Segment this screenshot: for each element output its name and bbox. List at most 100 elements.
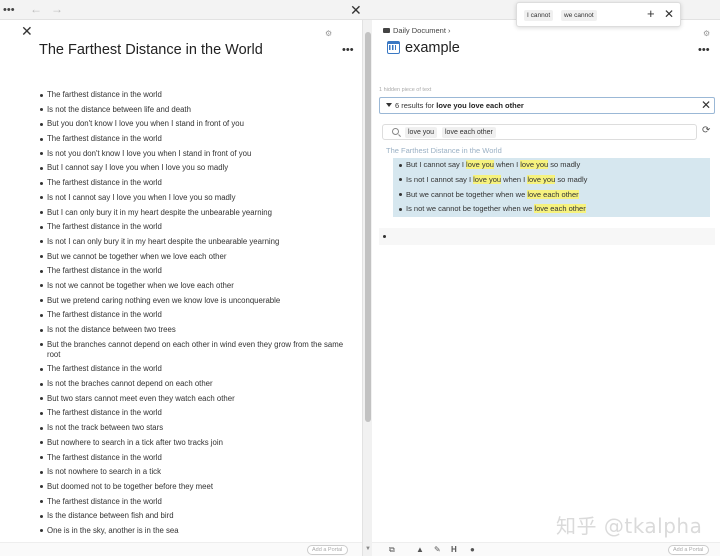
bullet-icon[interactable]: ● (470, 545, 475, 555)
results-summary: 6 results for love you love each other (395, 101, 524, 110)
breadcrumb-separator: › (448, 26, 451, 35)
page-title: example (405, 40, 460, 56)
bullet (383, 235, 386, 238)
search-input[interactable]: love you love each other (382, 124, 697, 140)
result-group: But I cannot say I love you when I love … (393, 158, 710, 217)
page-title: The Farthest Distance in the World (39, 42, 263, 58)
outline-item[interactable]: The farthest distance in the world (40, 134, 358, 144)
outline-item[interactable]: Is not you don't know I love you when I … (40, 149, 358, 159)
scroll-down-arrow-icon[interactable]: ▼ (365, 546, 371, 552)
close-results-icon[interactable]: ✕ (701, 98, 711, 112)
pen-icon[interactable]: ✎ (434, 545, 441, 555)
result-list: But I cannot say I love you when I love … (399, 160, 587, 219)
outline-item[interactable]: Is not nowhere to search in a tick (40, 467, 358, 477)
outline-item[interactable]: Is not the distance between life and dea… (40, 105, 358, 115)
find-term-tag[interactable]: we cannot (561, 10, 597, 21)
search-highlight: love you (473, 174, 502, 184)
outline-item[interactable]: But we pretend caring nothing even we kn… (40, 296, 358, 306)
calendar-icon (387, 41, 400, 54)
text-color-icon[interactable]: ▲ (416, 545, 424, 555)
find-term-tag[interactable]: I cannot (524, 10, 554, 21)
result-item[interactable]: But I cannot say I love you when I love … (399, 160, 587, 170)
heading-icon[interactable]: H (451, 545, 457, 555)
search-highlight: love each other (527, 189, 579, 199)
search-highlight: love you (520, 160, 549, 169)
outline-item[interactable]: The farthest distance in the world (40, 178, 358, 188)
outline-item[interactable]: Is not the track between two stars (40, 423, 358, 433)
search-highlight: love you (527, 174, 556, 184)
outline-item[interactable]: Is the distance between fish and bird (40, 511, 358, 521)
outline-item[interactable]: Is not I can only bury it in my heart de… (40, 237, 358, 247)
result-text: so madly (555, 174, 588, 184)
result-text: when I (493, 160, 521, 169)
outline-item[interactable]: The farthest distance in the world (40, 266, 358, 276)
right-document-pane: Daily Document › ⚙ example ••• 1 hidden … (372, 20, 720, 556)
forward-arrow-icon[interactable]: → (51, 3, 63, 15)
outline-item[interactable]: But the branches cannot depend on each o… (40, 340, 358, 360)
result-item[interactable]: But we cannot be together when we love e… (399, 189, 587, 200)
result-text: Is not I cannot say I (406, 174, 474, 184)
gear-icon[interactable]: ⚙ (325, 29, 332, 38)
result-text: But we cannot be together when we (406, 189, 528, 199)
add-portal-input[interactable]: Add a Portal (307, 545, 349, 555)
more-options-button[interactable]: ••• (3, 4, 15, 16)
breadcrumb-item[interactable]: Daily Document (393, 26, 446, 35)
result-text: Is not we cannot be together when we (406, 204, 535, 214)
sidebar-toggle-icon[interactable]: ⧉ (389, 545, 395, 555)
hidden-text-note[interactable]: 1 hidden piece of text (379, 87, 431, 93)
result-group-title[interactable]: The Farthest Distance in the World (386, 146, 502, 155)
refresh-icon[interactable]: ⟳ (702, 124, 710, 138)
outline-item[interactable]: But I cannot say I love you when I love … (40, 163, 358, 173)
outline-item[interactable]: But nowhere to search in a tick after tw… (40, 438, 358, 448)
watermark: 知乎 @tkalpha (556, 514, 703, 538)
outline-item[interactable]: The farthest distance in the world (40, 90, 358, 100)
search-icon (392, 128, 399, 135)
outline-item[interactable]: The farthest distance in the world (40, 497, 358, 507)
close-pane-icon[interactable]: ✕ (21, 23, 33, 40)
bottom-toolbar: Add a Portal (0, 542, 362, 556)
outline-item[interactable]: The farthest distance in the world (40, 310, 358, 320)
outline-item[interactable]: Is not the braches cannot depend on each… (40, 379, 358, 389)
result-text: But I cannot say I (406, 160, 467, 169)
outline-item[interactable]: The farthest distance in the world (40, 453, 358, 463)
outline-item[interactable]: The farthest distance in the world (40, 222, 358, 232)
outline-item[interactable]: The farthest distance in the world (40, 364, 358, 374)
close-window-icon[interactable]: ✕ (350, 3, 362, 17)
outline-item[interactable]: But doomed not to be together before the… (40, 482, 358, 492)
search-highlight: love each other (534, 204, 586, 214)
outline-item[interactable]: The farthest distance in the world (40, 408, 358, 418)
search-highlight: love you (466, 160, 494, 169)
more-options-button[interactable]: ••• (698, 44, 710, 56)
collapse-caret-icon[interactable] (386, 103, 392, 107)
folder-icon (383, 28, 390, 33)
outline-item[interactable]: Is not we cannot be together when we lov… (40, 281, 358, 291)
outline-item[interactable]: Is not I cannot say I love you when I lo… (40, 193, 358, 203)
result-text: so madly (548, 160, 581, 169)
result-text: when I (501, 174, 528, 184)
bottom-toolbar: ⧉ ▲ ✎ H ● Add a Portal (372, 542, 720, 556)
add-term-icon[interactable]: + (647, 6, 655, 22)
add-portal-input[interactable]: Add a Portal (668, 545, 710, 555)
search-results-header[interactable]: 6 results for love you love each other ✕ (379, 97, 715, 114)
result-item[interactable]: Is not we cannot be together when we lov… (399, 204, 587, 214)
empty-outline-block[interactable] (379, 228, 715, 245)
left-document-pane: ✕ ⚙ The Farthest Distance in the World •… (0, 20, 362, 556)
scrollbar[interactable]: ▼ (362, 20, 372, 556)
gear-icon[interactable]: ⚙ (703, 29, 710, 38)
back-arrow-icon[interactable]: ← (30, 3, 42, 15)
outline-item[interactable]: Is not the distance between two trees (40, 325, 358, 335)
outline-item[interactable]: But we cannot be together when we love e… (40, 252, 358, 262)
search-term-tag[interactable]: love each other (442, 127, 496, 138)
more-options-button[interactable]: ••• (342, 44, 354, 56)
search-term-tag[interactable]: love you (405, 127, 438, 138)
outline-item[interactable]: But I can only bury it in my heart despi… (40, 208, 358, 218)
outline-item[interactable]: But you don't know I love you when I sta… (40, 119, 358, 129)
close-find-icon[interactable]: ✕ (664, 6, 674, 22)
scrollbar-thumb[interactable] (365, 32, 371, 422)
breadcrumb[interactable]: Daily Document › (383, 26, 451, 35)
outline-list: The farthest distance in the world Is not… (40, 90, 358, 541)
find-popover: I cannot we cannot + ✕ (516, 2, 681, 27)
outline-item[interactable]: One is in the sky, another is in the sea (40, 526, 358, 536)
result-item[interactable]: Is not I cannot say I love you when I lo… (399, 174, 588, 185)
outline-item[interactable]: But two stars cannot meet even they watc… (40, 394, 358, 404)
